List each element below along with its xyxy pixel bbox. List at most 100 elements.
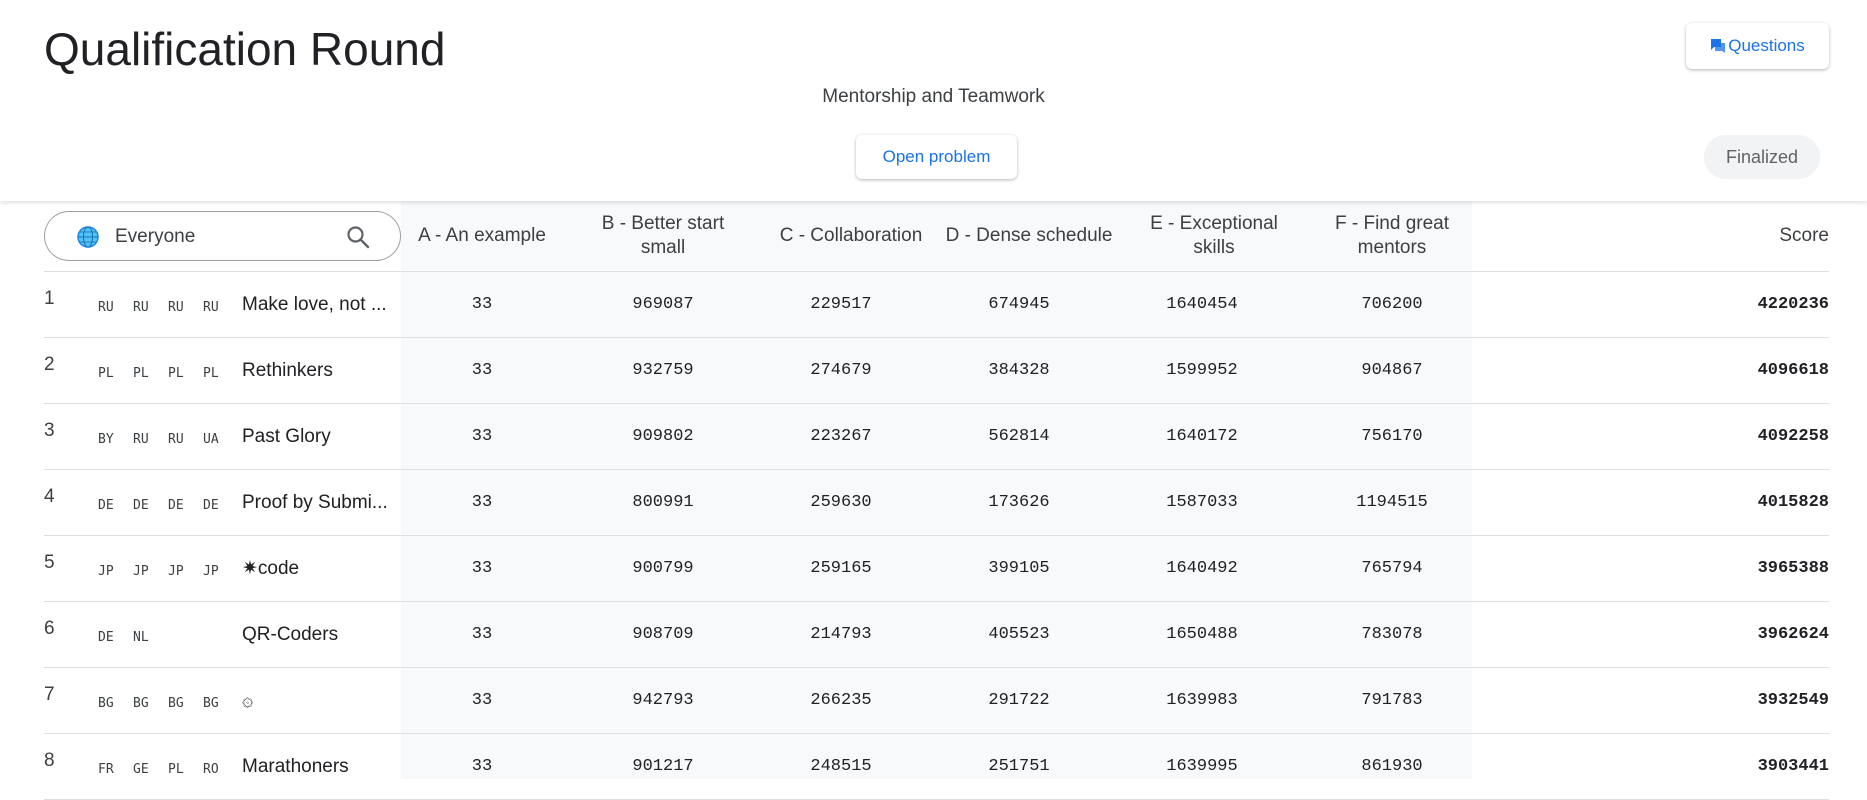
rank-number: 2 — [44, 353, 55, 375]
search-icon[interactable] — [345, 224, 371, 250]
column-header-f[interactable]: F - Find great mentors — [1312, 201, 1472, 271]
country-flag: RU — [168, 432, 184, 447]
score-cell-c: 214793 — [810, 625, 872, 644]
score-cell-f: 791783 — [1361, 691, 1423, 710]
table-row: 7 BG BG BG BG ۞ 33 942793 266235 291722 1639983 791… — [44, 668, 1829, 734]
team-name[interactable]: Make love, not ... — [242, 272, 440, 337]
score-cell-b: 900799 — [632, 559, 694, 578]
score-cell-d: 674945 — [988, 295, 1050, 314]
rank-number: 8 — [44, 749, 55, 771]
team-flags: DE NL — [98, 602, 242, 667]
team-name[interactable]: Past Glory — [242, 404, 440, 469]
score-cell-e: 1640454 — [1166, 295, 1238, 314]
score-cell-a: 33 — [471, 625, 493, 644]
score-cell-e: 1587033 — [1166, 493, 1238, 512]
team-name[interactable]: Marathoners — [242, 734, 440, 799]
country-flag: PL — [168, 366, 184, 381]
questions-label: Questions — [1728, 36, 1805, 55]
score-cell-e: 1639995 — [1166, 757, 1238, 776]
score-cell-f: 765794 — [1361, 559, 1423, 578]
total-score: 4220236 — [1757, 295, 1829, 314]
column-header-d[interactable]: D - Dense schedule — [934, 201, 1124, 271]
country-flag: JP — [133, 564, 149, 579]
total-score: 3962624 — [1757, 625, 1829, 644]
table-row: 5 JP JP JP JP ✷code 33 900799 259165 399105 164049… — [44, 536, 1829, 602]
country-flag: DE — [98, 498, 114, 513]
score-cell-e: 1640172 — [1166, 427, 1238, 446]
column-header-score[interactable]: Score — [1684, 201, 1829, 271]
country-flag: PL — [168, 762, 184, 777]
score-cell-b: 901217 — [632, 757, 694, 776]
total-score: 3903441 — [1757, 757, 1829, 776]
questions-button[interactable]: Questions — [1686, 23, 1829, 69]
country-flag: PL — [133, 366, 149, 381]
country-flag: BG — [98, 696, 114, 711]
column-header-b[interactable]: B - Better start small — [593, 201, 733, 271]
team-flags: DE DE DE DE — [98, 470, 242, 535]
score-cell-d: 384328 — [988, 361, 1050, 380]
country-flag: BY — [98, 432, 114, 447]
score-cell-a: 33 — [471, 559, 493, 578]
round-subtitle: Mentorship and Teamwork — [822, 86, 1045, 107]
table-row: 4 DE DE DE DE Proof by Submi... 33 800991 259630… — [44, 470, 1829, 536]
score-cell-c: 259630 — [810, 493, 872, 512]
score-cell-f: 1194515 — [1356, 493, 1428, 512]
score-cell-b: 969087 — [632, 295, 694, 314]
score-cell-c: 266235 — [810, 691, 872, 710]
search-input[interactable] — [115, 224, 335, 250]
score-cell-e: 1599952 — [1166, 361, 1238, 380]
column-header-e[interactable]: E - Exceptional skills — [1134, 201, 1294, 271]
score-cell-d: 399105 — [988, 559, 1050, 578]
team-name[interactable]: Rethinkers — [242, 338, 440, 403]
score-cell-e: 1650488 — [1166, 625, 1238, 644]
country-flag: BG — [203, 696, 219, 711]
score-cell-c: 248515 — [810, 757, 872, 776]
country-flag: BG — [133, 696, 149, 711]
score-cell-c: 274679 — [810, 361, 872, 380]
team-name-label: Marathoners — [242, 755, 349, 777]
score-cell-a: 33 — [471, 757, 493, 776]
globe-icon — [77, 226, 99, 248]
country-flag: RU — [203, 300, 219, 315]
column-header-c[interactable]: C - Collaboration — [766, 201, 936, 271]
country-flag: DE — [98, 630, 114, 645]
score-cell-e: 1639983 — [1166, 691, 1238, 710]
table-row: 2 PL PL PL PL Rethinkers 33 932759 274679 384328 1… — [44, 338, 1829, 404]
team-name[interactable]: ✷code — [242, 536, 440, 601]
score-cell-a: 33 — [471, 427, 493, 446]
country-flag: PL — [98, 366, 114, 381]
score-cell-d: 405523 — [988, 625, 1050, 644]
country-flag: JP — [203, 564, 219, 579]
participant-filter[interactable] — [44, 211, 401, 261]
rank-number: 4 — [44, 485, 55, 507]
score-cell-d: 251751 — [988, 757, 1050, 776]
country-flag: RU — [133, 432, 149, 447]
team-flags: JP JP JP JP — [98, 536, 242, 601]
country-flag: BG — [168, 696, 184, 711]
rank-number: 5 — [44, 551, 55, 573]
team-name[interactable]: QR-Coders — [242, 602, 440, 667]
total-score: 4092258 — [1757, 427, 1829, 446]
table-row: 1 RU RU RU RU Make love, not ... 33 969087 22951… — [44, 272, 1829, 338]
country-flag: RU — [133, 300, 149, 315]
rank-number: 1 — [44, 287, 55, 309]
country-flag: DE — [133, 498, 149, 513]
open-problem-button[interactable]: Open problem — [856, 135, 1017, 179]
table-row: 6 DE NL QR-Coders 33 908709 214793 405523 165048… — [44, 602, 1829, 668]
team-flags: BY RU RU UA — [98, 404, 242, 469]
team-flags: BG BG BG BG — [98, 668, 242, 733]
score-cell-b: 932759 — [632, 361, 694, 380]
rank-number: 3 — [44, 419, 55, 441]
table-header-row: A - An example B - Better start small C … — [44, 201, 1829, 272]
score-cell-e: 1640492 — [1166, 559, 1238, 578]
column-header-a[interactable]: A - An example — [407, 201, 557, 271]
score-cell-f: 904867 — [1361, 361, 1423, 380]
team-name[interactable]: ۞ — [242, 668, 440, 733]
country-flag: RU — [98, 300, 114, 315]
team-flags: FR GE PL RO — [98, 734, 242, 799]
country-flag: JP — [98, 564, 114, 579]
team-name-label: Proof by Submi... — [242, 491, 388, 513]
team-name-label: Rethinkers — [242, 359, 333, 381]
country-flag: DE — [203, 498, 219, 513]
team-name[interactable]: Proof by Submi... — [242, 470, 440, 535]
